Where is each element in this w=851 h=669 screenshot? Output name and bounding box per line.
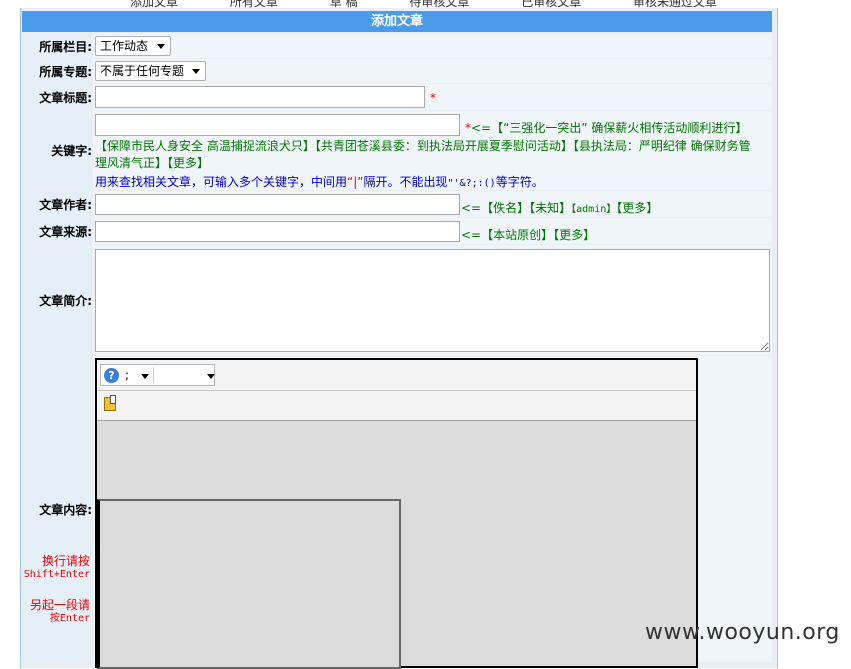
- keyword-suggestion-4[interactable]: 【县执法局：严明纪律 确保财务管: [573, 139, 751, 153]
- chevron-down-icon: [192, 69, 200, 74]
- editor-toolbar-bottom: [97, 391, 696, 421]
- topic-cell: 不属于任何专题: [93, 59, 772, 83]
- chevron-down-icon[interactable]: [207, 374, 215, 379]
- intro-textarea[interactable]: [95, 249, 770, 352]
- newline-hint: 换行请按 Shift+Enter: [23, 554, 90, 580]
- editor-toolbar-top: ? ;: [97, 360, 696, 391]
- watermark: www.wooyun.org: [645, 620, 840, 645]
- keyword-suggestion-2[interactable]: 【保障市民人身安全 高温捕捉流浪犬只】: [95, 139, 315, 153]
- author-option-admin[interactable]: 【admin】: [571, 204, 616, 215]
- keywords-more-link[interactable]: 【更多】: [167, 156, 209, 170]
- author-option-unknown[interactable]: 【未知】: [529, 201, 571, 215]
- source-cell: <=【本站原创】【更多】: [93, 218, 772, 244]
- toolbar-divider: [153, 367, 154, 383]
- title-required-mark: *: [430, 91, 436, 105]
- top-nav: 添加文章 所有文章 草 稿 待审核文章 已审核文章 审核未通过文章: [130, 0, 765, 9]
- question-icon[interactable]: ?: [104, 368, 119, 383]
- source-input[interactable]: [95, 221, 460, 242]
- keywords-prefix: <=: [471, 121, 492, 135]
- author-input[interactable]: [95, 194, 460, 215]
- chevron-down-icon[interactable]: [141, 374, 149, 379]
- font-select-group[interactable]: ? ;: [100, 364, 215, 386]
- title-cell: *: [93, 84, 772, 110]
- column-cell: 工作动态: [93, 34, 772, 58]
- title-label: 文章标题:: [22, 84, 92, 110]
- source-option-original[interactable]: 【本站原创】: [481, 228, 553, 242]
- keywords-help-text: 用来查找相关文章，可输入多个关键字，中间用“|”隔开。不能出现"'&?;:()等…: [95, 175, 544, 189]
- keyword-suggestion-1[interactable]: 【“三强化一突出” 确保薪火相传活动顺利进行】: [491, 121, 747, 135]
- source-prefix: <=: [461, 228, 482, 242]
- source-label: 文章来源:: [22, 218, 92, 244]
- keywords-input[interactable]: [95, 114, 460, 136]
- author-more-link[interactable]: 【更多】: [616, 201, 658, 215]
- paragraph-hint: 另起一段请 按Enter: [29, 598, 90, 624]
- chevron-down-icon: [157, 44, 165, 49]
- author-option-anonymous[interactable]: 【佚名】: [481, 201, 529, 215]
- keyword-suggestion-3[interactable]: 【共青团苍溪县委：到执法局开展夏季慰问活动】: [315, 139, 573, 153]
- paste-icon[interactable]: [104, 395, 116, 411]
- title-input[interactable]: [95, 86, 425, 108]
- editor-inner-frame[interactable]: [97, 499, 401, 669]
- form-title: 添加文章: [22, 11, 772, 32]
- author-label: 文章作者:: [22, 191, 92, 217]
- column-select[interactable]: 工作动态: [95, 36, 171, 56]
- topic-label: 所属专题:: [22, 59, 92, 83]
- font-select-value: ;: [125, 368, 130, 382]
- topic-select[interactable]: 不属于任何专题: [95, 61, 206, 81]
- keyword-suggestion-4-cont[interactable]: 理风清气正】: [95, 156, 167, 170]
- source-more-link[interactable]: 【更多】: [553, 228, 595, 242]
- keywords-cell: *<=【“三强化一突出” 确保薪火相传活动顺利进行】 【保障市民人身安全 高温捕…: [93, 111, 772, 190]
- author-cell: <=【佚名】【未知】【admin】【更多】: [93, 191, 772, 217]
- rich-text-editor[interactable]: ? ;: [95, 358, 698, 669]
- keywords-label: 关键字:: [22, 111, 92, 190]
- column-label: 所属栏目:: [22, 34, 92, 58]
- intro-label: 文章简介:: [22, 245, 92, 355]
- author-prefix: <=: [461, 201, 482, 215]
